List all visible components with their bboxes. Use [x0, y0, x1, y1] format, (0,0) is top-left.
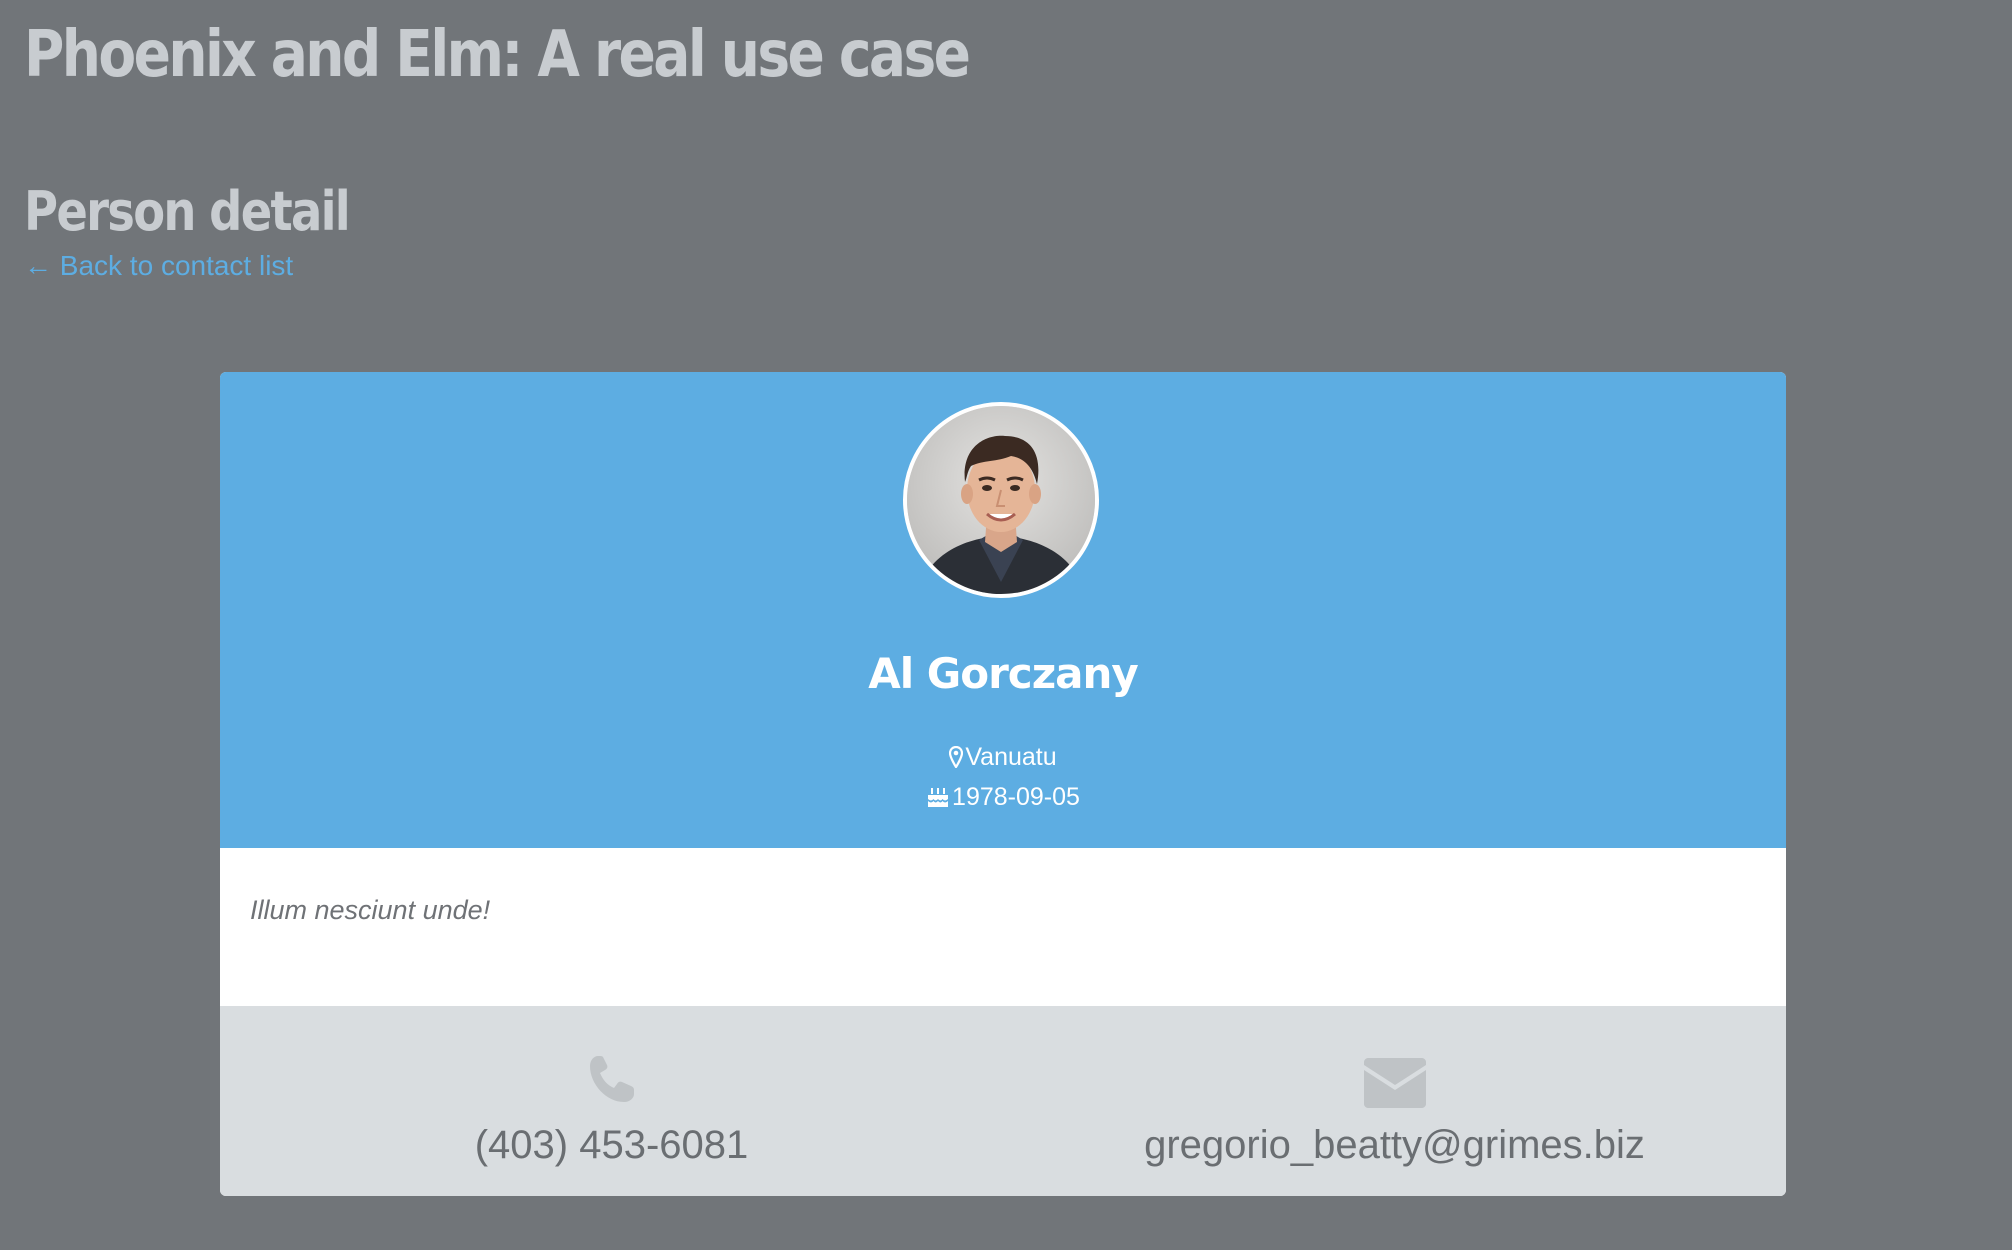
person-location: Vanuatu: [220, 740, 1786, 774]
page-title: Person detail: [24, 180, 351, 243]
person-name: Al Gorczany: [868, 649, 1139, 698]
person-bio: Illum nesciunt unde!: [250, 895, 491, 925]
person-card-header: Al Gorczany Vanuatu 1978-09-05: [220, 372, 1786, 848]
person-card-body: Illum nesciunt unde!: [220, 848, 1786, 1006]
avatar: [903, 402, 1099, 598]
person-location-text: Vanuatu: [965, 743, 1057, 771]
email-contact[interactable]: gregorio_beatty@grimes.biz: [1003, 1006, 1786, 1196]
envelope-icon: [1003, 1058, 1786, 1108]
email-address: gregorio_beatty@grimes.biz: [1144, 1123, 1645, 1167]
map-marker-icon: [949, 746, 965, 768]
app-title: Phoenix and Elm: A real use case: [24, 18, 971, 92]
person-card-footer: (403) 453-6081 gregorio_beatty@grimes.bi…: [220, 1006, 1786, 1196]
phone-contact[interactable]: (403) 453-6081: [220, 1006, 1003, 1196]
back-to-contact-list-link[interactable]: ← Back to contact list: [24, 248, 293, 284]
phone-number: (403) 453-6081: [474, 1123, 749, 1167]
person-birth-date: 1978-09-05: [220, 780, 1786, 814]
birthday-cake-icon: [926, 785, 952, 809]
phone-icon: [220, 1054, 1003, 1104]
person-card: Al Gorczany Vanuatu 1978-09-05 Illum nes…: [220, 372, 1786, 1196]
person-birth-date-text: 1978-09-05: [952, 783, 1080, 811]
